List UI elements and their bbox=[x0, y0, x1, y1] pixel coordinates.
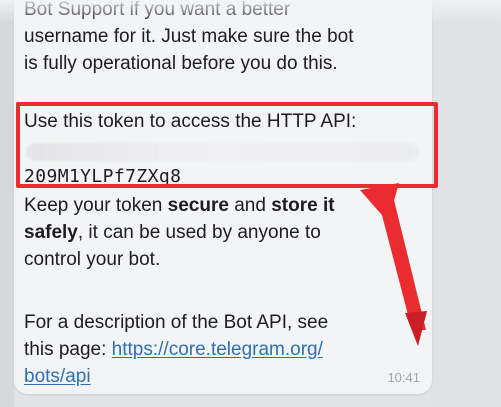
right-margin bbox=[431, 0, 501, 407]
api-docs-link-part-2[interactable]: bots/api bbox=[24, 366, 91, 387]
api-docs-link-part-1[interactable]: https://core.telegram.org/ bbox=[112, 339, 323, 360]
safely-text: safely bbox=[24, 222, 78, 243]
security-text-1c: and bbox=[228, 195, 272, 216]
security-text-2b: , it can be used by anyone to bbox=[77, 222, 321, 243]
message-time: 10:41 bbox=[387, 370, 420, 385]
security-text-1a: Keep your token bbox=[24, 195, 168, 216]
chat-screenshot: Bot Support if you want a better usernam… bbox=[0, 0, 501, 407]
security-note: Keep your token secure and store it safe… bbox=[24, 192, 422, 273]
intro-line-1: Bot Support if you want a better bbox=[24, 0, 291, 20]
security-line-2: safely, it can be used by anyone to bbox=[24, 219, 422, 246]
description-line-2: this page: https://core.telegram.org/ bbox=[24, 336, 422, 363]
intro-line-2: username for it. Just make sure the bot bbox=[24, 26, 354, 47]
intro-text: Bot Support if you want a better usernam… bbox=[24, 0, 422, 77]
description-prefix: this page: bbox=[24, 339, 112, 360]
secure-text: secure bbox=[167, 195, 229, 216]
intro-line-3: is fully operational before you do this. bbox=[24, 53, 338, 74]
security-line-3: control your bot. bbox=[24, 249, 161, 270]
security-line-1: Keep your token secure and store it bbox=[24, 192, 422, 219]
bot-message-bubble: Bot Support if you want a better usernam… bbox=[14, 0, 432, 394]
api-description: For a description of the Bot API, see th… bbox=[24, 309, 422, 390]
description-line-3: bots/api bbox=[24, 363, 422, 390]
token-highlight-box bbox=[16, 102, 438, 188]
description-line-1: For a description of the Bot API, see bbox=[24, 312, 329, 333]
store-it-text: store it bbox=[271, 195, 335, 216]
left-margin bbox=[0, 0, 14, 407]
